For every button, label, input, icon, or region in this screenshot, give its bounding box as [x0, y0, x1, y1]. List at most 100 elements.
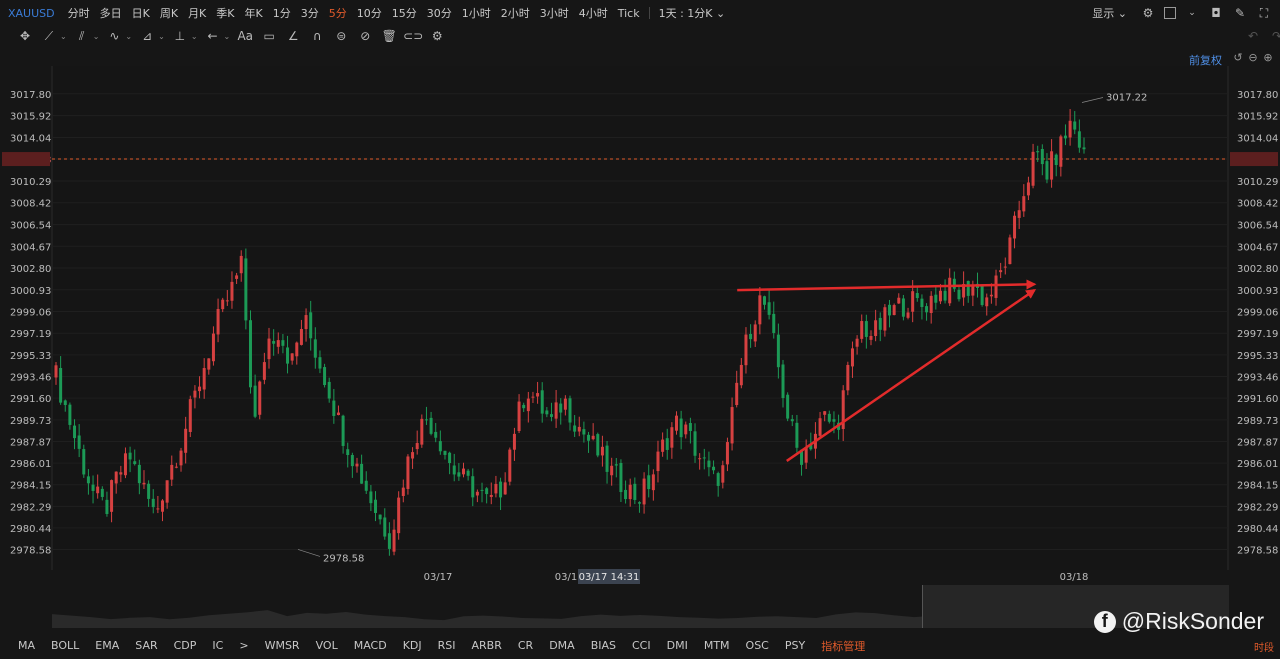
display-dropdown[interactable]: 显示 ⌄: [1087, 5, 1132, 21]
gear-icon[interactable]: ⚙: [1140, 5, 1156, 21]
indicator-0[interactable]: MA: [10, 639, 43, 652]
indicator-12[interactable]: ARBR: [464, 639, 510, 652]
pen-icon[interactable]: ✎: [1232, 5, 1248, 21]
candle-body: [142, 482, 146, 485]
chevron-down-icon[interactable]: ⌄: [60, 32, 67, 41]
price-tick-right: 2987.87: [1237, 438, 1278, 449]
indicator-19[interactable]: OSC: [738, 639, 777, 652]
price-chart[interactable]: 3017.80 3017.80 3015.92 3015.92 3014.04 3014.…: [0, 66, 1280, 586]
settings-icon[interactable]: ⚙: [428, 28, 446, 44]
timeframe-3[interactable]: 周K: [155, 5, 183, 21]
hide-drawing-icon[interactable]: ⊘: [356, 28, 374, 44]
magnet-icon[interactable]: ∩: [308, 28, 326, 44]
adjust-mode-toggle[interactable]: 前复权: [1189, 52, 1222, 68]
move-icon[interactable]: ✥: [16, 28, 34, 44]
zoom-in-icon[interactable]: ⊕: [1262, 51, 1274, 64]
indicator-16[interactable]: CCI: [624, 639, 659, 652]
indicator-17[interactable]: DMI: [659, 639, 696, 652]
indicator-1[interactable]: BOLL: [43, 639, 87, 652]
candle-body: [605, 445, 609, 472]
price-tick-left: 2997.19: [10, 329, 51, 340]
lock-drawing-icon[interactable]: ⊜: [332, 28, 350, 44]
line-tool-icon[interactable]: ⟋: [40, 28, 58, 44]
channel-tool-icon[interactable]: ⫽: [73, 28, 91, 44]
indicator-18[interactable]: MTM: [696, 639, 738, 652]
candle-body: [1073, 121, 1077, 130]
chevron-down-icon[interactable]: ⌄: [1184, 5, 1200, 21]
indicator-21[interactable]: 指标管理: [813, 638, 873, 654]
timeframe-4[interactable]: 月K: [183, 5, 211, 21]
pattern-tool-icon[interactable]: ⊿: [138, 28, 156, 44]
timeframe-1[interactable]: 多日: [95, 5, 127, 21]
indicator-6[interactable]: >: [231, 639, 256, 652]
timeframe-13[interactable]: 1小时: [457, 5, 496, 21]
timeframe-8[interactable]: 3分: [296, 5, 324, 21]
price-tick-left: 2995.33: [10, 351, 51, 362]
wave-tool-icon[interactable]: ∿: [105, 28, 123, 44]
candle-body: [253, 385, 257, 417]
timeframe-17[interactable]: Tick: [613, 7, 645, 20]
indicator-3[interactable]: SAR: [127, 639, 165, 652]
link-icon[interactable]: ⊂⊃: [403, 28, 423, 44]
candle-body: [610, 465, 614, 476]
price-tick-right: 3017.80: [1237, 90, 1278, 101]
candle-body: [725, 442, 729, 465]
timeframe-15[interactable]: 3小时: [535, 5, 574, 21]
checkbox-icon[interactable]: [1164, 7, 1176, 19]
measure-tool-icon[interactable]: ⊥: [171, 28, 189, 44]
indicator-2[interactable]: EMA: [87, 639, 127, 652]
candle-body: [202, 368, 206, 390]
indicator-7[interactable]: WMSR: [257, 639, 308, 652]
indicator-9[interactable]: MACD: [346, 639, 395, 652]
zoom-out-icon[interactable]: ⊖: [1247, 51, 1259, 64]
undo-icon[interactable]: ↶: [1244, 28, 1262, 44]
session-button[interactable]: 时段: [1254, 639, 1274, 654]
candle-body: [744, 334, 748, 366]
text-tool-icon[interactable]: Aa: [236, 28, 254, 44]
timeframe-10[interactable]: 10分: [352, 5, 387, 21]
timeframe-14[interactable]: 2小时: [496, 5, 535, 21]
indicator-5[interactable]: IC: [204, 639, 231, 652]
indicator-20[interactable]: PSY: [777, 639, 813, 652]
timeframe-0[interactable]: 分时: [63, 5, 95, 21]
candle-body: [1036, 151, 1040, 153]
camera-icon[interactable]: ◘: [1208, 5, 1224, 21]
trash-icon[interactable]: 🗑: [380, 28, 398, 44]
fullscreen-icon[interactable]: ⛶: [1256, 5, 1272, 21]
arrow-tool-icon[interactable]: ←: [204, 28, 222, 44]
chevron-down-icon[interactable]: ⌄: [191, 32, 198, 41]
chevron-down-icon[interactable]: ⌄: [224, 32, 231, 41]
timeframe-12[interactable]: 30分: [422, 5, 457, 21]
timeframe-5[interactable]: 季K: [211, 5, 239, 21]
candle-body: [1063, 135, 1067, 139]
candle-body: [892, 305, 896, 316]
indicator-8[interactable]: VOL: [308, 639, 346, 652]
timeframe-11[interactable]: 15分: [387, 5, 422, 21]
price-tick-left: 3008.42: [10, 199, 51, 210]
timeframe-9[interactable]: 5分: [324, 5, 352, 21]
indicator-4[interactable]: CDP: [166, 639, 205, 652]
chevron-down-icon[interactable]: ⌄: [125, 32, 132, 41]
indicator-13[interactable]: CR: [510, 639, 541, 652]
indicator-14[interactable]: DMA: [541, 639, 583, 652]
price-tick-right: 3015.92: [1237, 112, 1278, 123]
comment-icon[interactable]: ▭: [260, 28, 278, 44]
symbol-label[interactable]: XAUUSD: [0, 7, 63, 20]
candle-body: [485, 488, 489, 495]
indicator-11[interactable]: RSI: [430, 639, 464, 652]
range-selector[interactable]: 1天 : 1分K ⌄: [654, 5, 731, 21]
redo-icon[interactable]: ↷: [1268, 28, 1280, 44]
timeframe-2[interactable]: 日K: [127, 5, 155, 21]
brush-icon[interactable]: ∠: [284, 28, 302, 44]
candle-body: [86, 476, 90, 484]
candle-body: [480, 489, 484, 491]
indicator-10[interactable]: KDJ: [395, 639, 430, 652]
chevron-down-icon[interactable]: ⌄: [158, 32, 165, 41]
chevron-down-icon[interactable]: ⌄: [93, 32, 100, 41]
timeframe-16[interactable]: 4小时: [574, 5, 613, 21]
timeframe-6[interactable]: 年K: [240, 5, 268, 21]
candle-body: [360, 463, 364, 484]
timeframe-7[interactable]: 1分: [268, 5, 296, 21]
reset-icon[interactable]: ↺: [1232, 51, 1244, 64]
indicator-15[interactable]: BIAS: [583, 639, 624, 652]
